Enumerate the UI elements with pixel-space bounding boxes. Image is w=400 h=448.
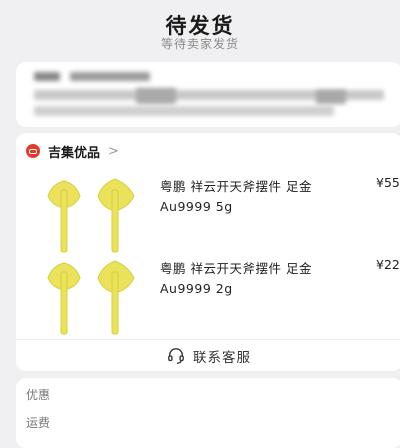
product-name: 粤鹏 祥云开天斧摆件 足金 Au9999 5g: [160, 179, 312, 214]
product-item[interactable]: 粤鹏 祥云开天斧摆件 足金 Au9999 5g ¥55: [16, 171, 400, 256]
customer-service-label: 联系客服: [193, 350, 251, 366]
order-card: 吉集优品 > 粤鹏 祥云开天斧摆件 足金 Au9999 5g ¥55 粤鹏 祥云…: [16, 133, 400, 371]
blurred-address-block: [136, 88, 176, 104]
order-summary-card: 优惠 运费: [16, 378, 400, 448]
product-thumbnail: [47, 178, 135, 253]
discount-label: 优惠: [26, 388, 51, 402]
chevron-right-icon: >: [108, 143, 119, 159]
blurred-recipient-name: [34, 72, 60, 81]
shipping-label: 运费: [26, 416, 51, 430]
status-header: 待发货 等待卖家发货: [0, 0, 400, 60]
address-card[interactable]: [16, 62, 400, 127]
contact-customer-service-button[interactable]: 联系客服: [16, 343, 400, 369]
product-price: ¥22: [376, 257, 400, 272]
shop-logo-icon: [26, 144, 40, 158]
blurred-address-block: [316, 90, 346, 104]
shop-row[interactable]: 吉集优品 >: [26, 141, 119, 161]
product-thumbnail: [47, 260, 135, 335]
product-name: 粤鹏 祥云开天斧摆件 足金 Au9999 2g: [160, 261, 312, 296]
order-status-subtitle: 等待卖家发货: [160, 37, 239, 51]
blurred-address-line: [34, 106, 334, 116]
product-item[interactable]: 粤鹏 祥云开天斧摆件 足金 Au9999 2g ¥22: [16, 253, 400, 338]
product-price: ¥55: [376, 175, 400, 190]
headset-icon: [168, 348, 184, 364]
shop-name: 吉集优品: [48, 145, 101, 161]
blurred-recipient-phone: [70, 72, 150, 81]
divider: [16, 339, 400, 340]
